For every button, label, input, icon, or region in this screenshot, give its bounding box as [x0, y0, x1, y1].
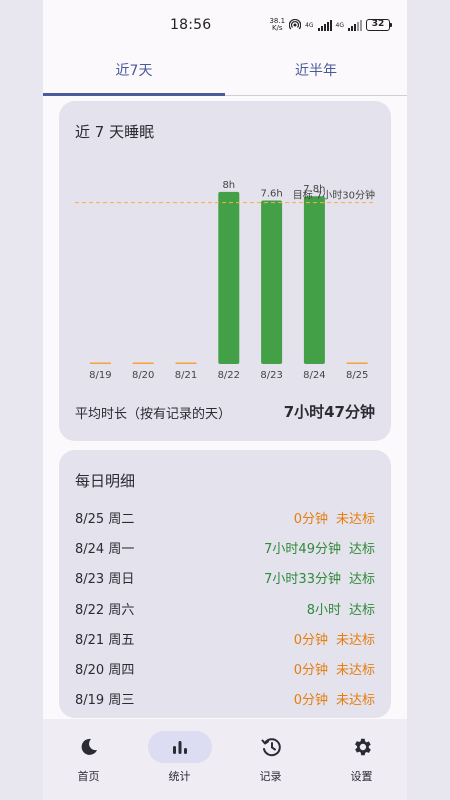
row-date: 8/25 周二	[75, 511, 135, 527]
nav-home[interactable]: 首页	[43, 731, 134, 784]
row-status: 达标	[348, 541, 375, 557]
row-duration: 7小时49分钟	[264, 541, 341, 557]
detail-list: 8/25 周二 0分钟 未达标 8/24 周一 7小时49分钟 达标 8/23 周日 7小时3…	[75, 502, 375, 714]
row-duration: 7小时33分钟	[264, 572, 341, 588]
nav-records[interactable]: 记录	[225, 731, 316, 784]
signal-label-2: 4G	[335, 21, 344, 29]
x-tick-label: 8/20	[132, 370, 154, 381]
row-date: 8/20 周四	[75, 663, 135, 679]
row-status: 未达标	[335, 693, 375, 709]
row-duration: 0分钟	[293, 663, 328, 679]
detail-row: 8/22 周六 8小时 达标	[75, 593, 375, 623]
row-result: 7小时33分钟 达标	[264, 568, 375, 587]
history-icon	[261, 738, 281, 757]
period-tabs: 近7天 近半年	[43, 54, 407, 96]
chart-bar	[218, 191, 240, 364]
nav-settings-label: 设置	[350, 770, 373, 783]
row-result: 8小时 达标	[307, 599, 375, 618]
app-screen: 18:56 38.1 K/s 4G 4G 32 近7天 近半年 近 7 天睡眠 …	[43, 0, 407, 800]
x-tick-label: 8/23	[260, 370, 282, 381]
row-result: 0分钟 未达标	[294, 689, 375, 708]
sleep-chart-card: 近 7 天睡眠 8/19 8/20 8/21 8h 8/22 7.6h 8/23 7.8h 8/…	[59, 101, 391, 441]
row-duration: 8小时	[306, 602, 341, 618]
bar-value-label: 7.6h	[260, 189, 282, 200]
row-result: 0分钟 未达标	[294, 629, 375, 648]
x-tick-label: 8/25	[346, 370, 368, 381]
chart-bar	[303, 196, 325, 364]
chart-bar	[261, 200, 283, 364]
detail-row: 8/21 周五 0分钟 未达标	[75, 623, 375, 653]
row-duration: 0分钟	[293, 693, 328, 709]
tab-7-days[interactable]: 近7天	[43, 54, 225, 92]
row-status: 未达标	[335, 632, 375, 648]
row-date: 8/23 周日	[75, 572, 135, 588]
bar-value-label: 8h	[222, 180, 235, 191]
signal-icon	[317, 19, 332, 31]
detail-row: 8/20 周四 0分钟 未达标	[75, 653, 375, 683]
signal-icon-2	[348, 19, 362, 31]
row-status: 未达标	[335, 511, 375, 527]
x-tick-label: 8/19	[89, 370, 111, 381]
hotspot-icon	[289, 19, 302, 30]
nav-records-label: 记录	[259, 770, 282, 783]
x-tick-label: 8/22	[218, 370, 240, 381]
target-label: 目标 7小时30分钟	[293, 189, 375, 202]
row-duration: 0分钟	[293, 632, 328, 648]
chart-bar	[89, 362, 111, 364]
detail-card-title: 每日明细	[75, 472, 136, 490]
bar-chart-icon	[172, 741, 187, 754]
tab-indicator	[43, 93, 225, 96]
signal-label-1: 4G	[305, 21, 314, 29]
x-tick-label: 8/24	[303, 370, 325, 381]
battery-icon: 32	[366, 19, 392, 31]
row-date: 8/21 周五	[75, 632, 135, 648]
chart-bar	[346, 362, 368, 364]
status-time: 18:56	[170, 17, 212, 33]
nav-home-label: 首页	[77, 770, 100, 783]
detail-row: 8/25 周二 0分钟 未达标	[75, 502, 375, 532]
row-date: 8/22 周六	[75, 602, 135, 618]
chart-bar	[175, 362, 197, 364]
network-speed: 38.1 K/s	[269, 17, 286, 32]
row-date: 8/24 周一	[75, 541, 135, 557]
status-bar: 18:56 38.1 K/s 4G 4G 32	[43, 0, 407, 54]
average-label: 平均时长（按有记录的天）	[75, 407, 232, 422]
chart-bar	[132, 362, 154, 364]
gear-icon	[354, 738, 371, 756]
status-icons: 38.1 K/s 4G 4G 32	[269, 17, 392, 33]
row-date: 8/19 周三	[75, 693, 135, 709]
moon-icon	[81, 738, 97, 755]
row-status: 未达标	[335, 663, 375, 679]
x-tick-label: 8/21	[175, 370, 197, 381]
row-status: 达标	[348, 572, 375, 588]
sleep-bar-chart: 8/19 8/20 8/218h8/227.6h8/237.8h8/24 8/25目标…	[75, 180, 375, 381]
detail-row: 8/19 周三 0分钟 未达标	[75, 684, 375, 714]
row-result: 0分钟 未达标	[294, 659, 375, 678]
nav-stats-label: 统计	[168, 770, 191, 783]
row-status: 达标	[348, 602, 375, 618]
row-duration: 0分钟	[293, 511, 328, 527]
bottom-navigation: 首页 统计 记录 设置	[43, 719, 407, 800]
average-value: 7小时47分钟	[283, 403, 375, 421]
row-result: 7小时49分钟 达标	[264, 538, 375, 557]
nav-settings[interactable]: 设置	[316, 731, 407, 784]
row-result: 0分钟 未达标	[294, 508, 375, 527]
tab-half-year[interactable]: 近半年	[225, 54, 407, 92]
detail-row: 8/23 周日 7小时33分钟 达标	[75, 563, 375, 593]
nav-stats[interactable]: 统计	[134, 731, 225, 784]
daily-detail-card: 每日明细 8/25 周二 0分钟 未达标 8/24 周一 7小时49分钟 达标 8/23 周…	[59, 450, 391, 718]
detail-row: 8/24 周一 7小时49分钟 达标	[75, 532, 375, 562]
